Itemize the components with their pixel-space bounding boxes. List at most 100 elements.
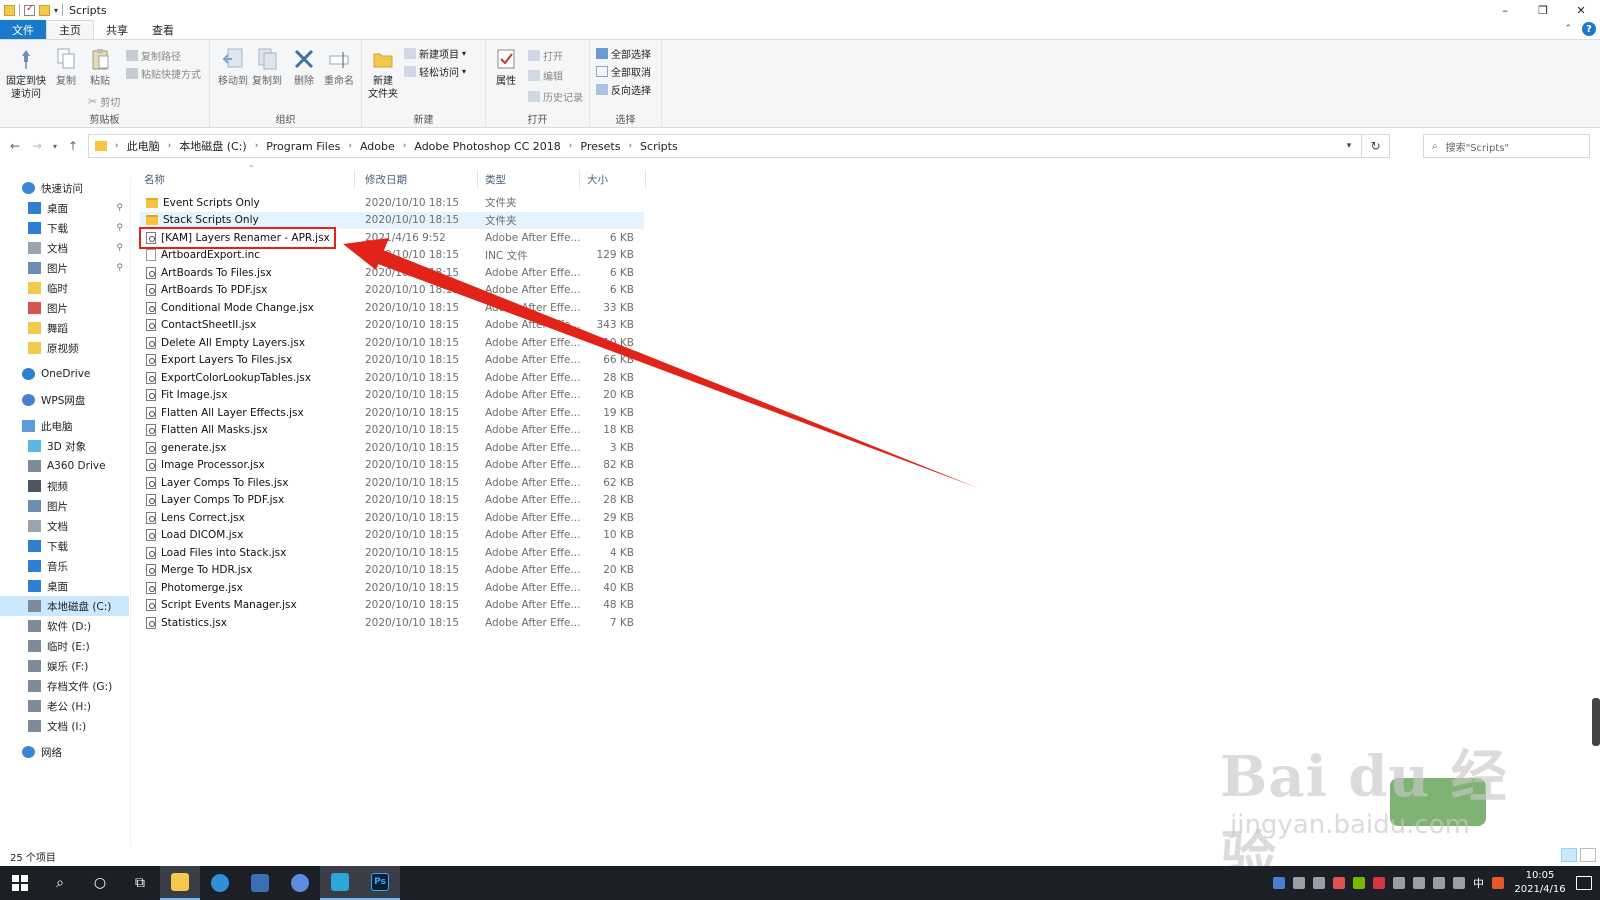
sidebar-item[interactable]: 娱乐 (F:): [0, 656, 129, 676]
new-folder-button[interactable]: 新建 文件夹: [366, 46, 400, 101]
file-row[interactable]: Flatten All Masks.jsx 2020/10/10 18:15 Ado…: [140, 422, 644, 439]
paste-shortcut-button[interactable]: 粘贴快捷方式: [126, 66, 201, 81]
sidebar-item[interactable]: 老公 (H:): [0, 696, 129, 716]
file-row[interactable]: ArtBoards To PDF.jsx 2020/10/10 18:15 Adob…: [140, 282, 644, 299]
volume-icon[interactable]: [1433, 877, 1445, 889]
new-item-button[interactable]: 新建项目 ▾: [404, 46, 466, 61]
minimize-button[interactable]: –: [1486, 0, 1524, 20]
nvidia-icon[interactable]: [1353, 877, 1365, 889]
sidebar-item[interactable]: 网络: [0, 742, 129, 762]
file-row[interactable]: Merge To HDR.jsx 2020/10/10 18:15 Adobe Af…: [140, 562, 644, 579]
collapse-ribbon-icon[interactable]: ⌃: [1564, 24, 1572, 34]
app-icon[interactable]: [320, 866, 360, 900]
column-divider[interactable]: [354, 170, 355, 188]
file-row[interactable]: Fit Image.jsx 2020/10/10 18:15 Adobe After…: [140, 387, 644, 404]
up-button[interactable]: ↑: [62, 135, 84, 157]
edit-button[interactable]: 编辑: [528, 68, 563, 83]
edge-icon[interactable]: [200, 866, 240, 900]
tab-view[interactable]: 查看: [140, 20, 186, 39]
file-row[interactable]: Script Events Manager.jsx 2020/10/10 18:1…: [140, 597, 644, 614]
file-row[interactable]: Event Scripts Only 2020/10/10 18:15 文件夹: [140, 194, 644, 211]
file-row[interactable]: Layer Comps To PDF.jsx 2020/10/10 18:15 Ad…: [140, 492, 644, 509]
breadcrumb-adobe[interactable]: Adobe: [360, 140, 395, 153]
pin-quick-access-button[interactable]: 固定到快速访问: [4, 46, 48, 101]
file-row[interactable]: Flatten All Layer Effects.jsx 2020/10/10 …: [140, 404, 644, 421]
maximize-button[interactable]: ❐: [1524, 0, 1562, 20]
move-to-button[interactable]: 移动到: [216, 46, 250, 88]
sidebar-item[interactable]: 此电脑: [0, 416, 129, 436]
new-folder-icon[interactable]: [39, 4, 50, 16]
baidu-netdisk-icon[interactable]: [280, 866, 320, 900]
column-divider[interactable]: [477, 170, 478, 188]
sidebar-item[interactable]: 图片: [0, 496, 129, 516]
refresh-icon[interactable]: ↻: [1361, 135, 1389, 157]
sidebar-item[interactable]: 舞蹈: [0, 318, 129, 338]
file-row[interactable]: Load Files into Stack.jsx 2020/10/10 18:1…: [140, 544, 644, 561]
column-header-size[interactable]: 大小: [587, 168, 637, 190]
file-row[interactable]: Photomerge.jsx 2020/10/10 18:15 Adobe Afte…: [140, 579, 644, 596]
sidebar-item[interactable]: A360 Drive: [0, 456, 129, 476]
select-all-button[interactable]: 全部选择: [596, 46, 651, 61]
sidebar-item[interactable]: 文档: [0, 516, 129, 536]
sidebar-item[interactable]: WPS网盘: [0, 390, 129, 410]
app-icon[interactable]: [240, 866, 280, 900]
sidebar-item[interactable]: 3D 对象: [0, 436, 129, 456]
sidebar-item[interactable]: 图片: [0, 298, 129, 318]
search-icon[interactable]: ⌕: [40, 866, 80, 900]
file-row[interactable]: Lens Correct.jsx 2020/10/10 18:15 Adobe Af…: [140, 509, 644, 526]
file-row[interactable]: Image Processor.jsx 2020/10/10 18:15 Adobe…: [140, 457, 644, 474]
shield-icon[interactable]: [1273, 877, 1285, 889]
column-header-type[interactable]: 类型: [485, 168, 575, 190]
sogou-icon[interactable]: [1492, 877, 1504, 889]
paste-button[interactable]: 粘贴: [86, 46, 114, 88]
sidebar-item[interactable]: 图片 ⚲: [0, 258, 129, 278]
network-icon[interactable]: [1413, 877, 1425, 889]
sidebar-item[interactable]: 下载: [0, 536, 129, 556]
file-row[interactable]: ArtboardExport.inc 2020/10/10 18:15 INC 文件…: [140, 247, 644, 264]
sidebar-item[interactable]: 快速访问: [0, 178, 129, 198]
breadcrumb-program-files[interactable]: Program Files: [266, 140, 340, 153]
sidebar-item[interactable]: 本地磁盘 (C:): [0, 596, 129, 616]
chevron-down-icon[interactable]: ▾: [1337, 141, 1361, 151]
start-button[interactable]: [0, 866, 40, 900]
sidebar-item[interactable]: 临时 (E:): [0, 636, 129, 656]
microphone-icon[interactable]: [1313, 877, 1325, 889]
search-input[interactable]: ⌕ 搜索"Scripts": [1423, 134, 1590, 158]
scroll-handle[interactable]: [1592, 698, 1600, 746]
app-tray-icon[interactable]: [1373, 877, 1385, 889]
sidebar-item[interactable]: 文档 (I:): [0, 716, 129, 736]
file-row[interactable]: ContactSheetII.jsx 2020/10/10 18:15 Adobe …: [140, 317, 644, 334]
breadcrumb-photoshop[interactable]: Adobe Photoshop CC 2018: [414, 140, 560, 153]
app-tray-icon[interactable]: [1333, 877, 1345, 889]
task-view-icon[interactable]: ⧉: [120, 866, 160, 900]
sidebar-item[interactable]: 桌面 ⚲: [0, 198, 129, 218]
tab-share[interactable]: 共享: [94, 20, 140, 39]
sidebar-item[interactable]: 软件 (D:): [0, 616, 129, 636]
tab-file[interactable]: 文件: [0, 20, 46, 39]
breadcrumb-scripts[interactable]: Scripts: [640, 140, 678, 153]
details-view-button[interactable]: [1561, 848, 1577, 862]
file-explorer-icon[interactable]: [160, 866, 200, 900]
breadcrumb-c-drive[interactable]: 本地磁盘 (C:): [179, 138, 246, 154]
properties-button[interactable]: 属性: [492, 46, 520, 88]
cortana-icon[interactable]: ○: [80, 866, 120, 900]
copy-path-button[interactable]: 复制路径: [126, 48, 181, 63]
breadcrumb-presets[interactable]: Presets: [580, 140, 620, 153]
open-button[interactable]: 打开: [528, 48, 563, 63]
file-row[interactable]: Export Layers To Files.jsx 2020/10/10 18:…: [140, 352, 644, 369]
file-row[interactable]: generate.jsx 2020/10/10 18:15 Adobe After …: [140, 439, 644, 456]
invert-selection-button[interactable]: 反向选择: [596, 82, 651, 97]
sidebar-item[interactable]: 存档文件 (G:): [0, 676, 129, 696]
sidebar-item[interactable]: 桌面: [0, 576, 129, 596]
breadcrumb-this-pc[interactable]: 此电脑: [127, 138, 160, 154]
large-icons-view-button[interactable]: [1580, 848, 1596, 862]
file-row[interactable]: Load DICOM.jsx 2020/10/10 18:15 Adobe Afte…: [140, 527, 644, 544]
delete-button[interactable]: 删除: [290, 46, 318, 88]
input-method-icon[interactable]: [1453, 877, 1465, 889]
file-row[interactable]: Delete All Empty Layers.jsx 2020/10/10 18…: [140, 334, 644, 351]
close-button[interactable]: ✕: [1562, 0, 1600, 20]
column-divider[interactable]: [579, 170, 580, 188]
sidebar-item[interactable]: 临时: [0, 278, 129, 298]
customize-dropdown-icon[interactable]: ▾: [54, 6, 58, 15]
notification-icon[interactable]: [1576, 876, 1592, 890]
